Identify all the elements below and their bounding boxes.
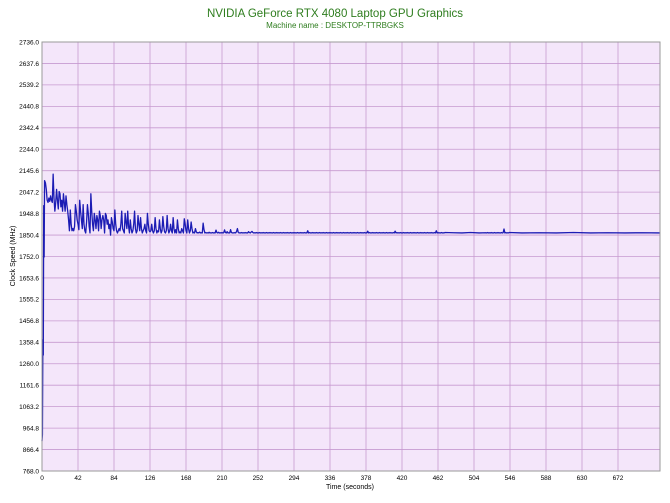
y-tick-label: 2440.8 xyxy=(19,104,39,111)
x-tick-label: 672 xyxy=(613,475,624,482)
x-axis-label: Time (seconds) xyxy=(326,484,374,491)
y-tick-label: 2342.4 xyxy=(19,125,39,132)
y-tick-label: 1752.0 xyxy=(19,254,39,261)
x-tick-label: 42 xyxy=(74,475,82,482)
chart-title: NVIDIA GeForce RTX 4080 Laptop GPU Graph… xyxy=(207,8,463,20)
x-tick-labels: 0 42 84 126 168 210 252 294 336 378 420 462 504 546 58… xyxy=(40,475,624,482)
y-tick-label: 2637.6 xyxy=(19,61,39,68)
y-tick-label: 1456.8 xyxy=(19,318,39,325)
y-tick-label: 2047.2 xyxy=(19,189,39,196)
chart-subtitle: Machine name : DESKTOP-TTRBGKS xyxy=(266,21,404,30)
x-tick-label: 378 xyxy=(361,475,372,482)
y-axis-label: Clock Speed (MHz) xyxy=(10,226,17,287)
grid xyxy=(42,42,660,471)
y-tick-label: 964.8 xyxy=(23,425,40,432)
y-tick-label: 1358.4 xyxy=(19,340,39,347)
y-tick-label: 1260.0 xyxy=(19,361,39,368)
y-tick-label: 2244.0 xyxy=(19,147,39,154)
y-tick-label: 2736.0 xyxy=(19,39,39,46)
x-tick-label: 126 xyxy=(145,475,156,482)
y-tick-label: 1850.4 xyxy=(19,232,39,239)
y-tick-label: 2539.2 xyxy=(19,82,39,89)
x-tick-label: 0 xyxy=(40,475,44,482)
y-tick-label: 768.0 xyxy=(23,468,40,475)
x-tick-label: 294 xyxy=(289,475,300,482)
x-tick-label: 462 xyxy=(433,475,444,482)
x-tick-label: 546 xyxy=(505,475,516,482)
x-tick-label: 588 xyxy=(541,475,552,482)
x-tick-label: 420 xyxy=(397,475,408,482)
y-tick-label: 1653.6 xyxy=(19,275,39,282)
y-tick-label: 1948.8 xyxy=(19,211,39,218)
x-tick-label: 336 xyxy=(325,475,336,482)
chart-root: NVIDIA GeForce RTX 4080 Laptop GPU Graph… xyxy=(0,0,670,503)
y-tick-label: 1063.2 xyxy=(19,404,39,411)
x-tick-label: 504 xyxy=(469,475,480,482)
clock-speed-chart: NVIDIA GeForce RTX 4080 Laptop GPU Graph… xyxy=(10,8,661,491)
y-tick-label: 1161.6 xyxy=(20,383,40,390)
y-tick-label: 1555.2 xyxy=(19,297,39,304)
x-tick-label: 630 xyxy=(577,475,588,482)
y-tick-label: 866.4 xyxy=(23,447,40,454)
x-tick-label: 84 xyxy=(110,475,118,482)
x-tick-label: 252 xyxy=(253,475,264,482)
y-tick-labels: 2736.0 2637.6 2539.2 2440.8 2342.4 2244.0 2145… xyxy=(19,39,39,475)
y-tick-label: 2145.6 xyxy=(19,168,39,175)
x-tick-label: 168 xyxy=(181,475,192,482)
x-tick-label: 210 xyxy=(217,475,228,482)
